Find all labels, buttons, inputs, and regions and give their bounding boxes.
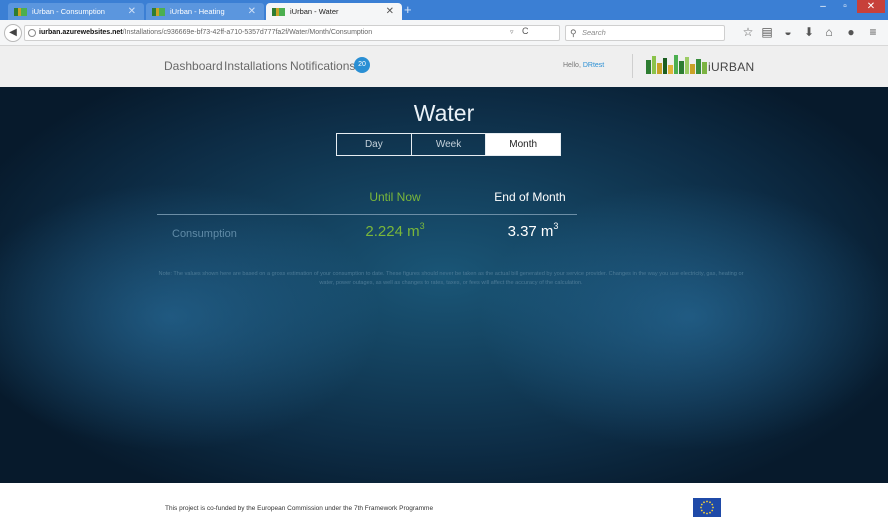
url-host: iurban.azurewebsites.net	[39, 29, 123, 36]
home-icon[interactable]: ⌂	[822, 25, 836, 39]
tab-title: iUrban - Consumption	[32, 7, 105, 16]
menu-icon[interactable]: ≡	[866, 25, 880, 39]
site-favicon-icon	[272, 7, 285, 16]
site-header: Dashboard Installations Notifications 20…	[0, 46, 888, 87]
reload-icon[interactable]: C	[522, 26, 529, 36]
notification-count-badge[interactable]: 20	[354, 57, 370, 73]
end-of-month-number: 3.37 m	[507, 223, 554, 240]
nav-notifications[interactable]: Notifications	[290, 59, 355, 73]
estimation-disclaimer: Note: The values shown here are based on…	[158, 271, 744, 286]
browser-titlebar: iUrban - Consumption ✕ iUrban - Heating …	[0, 0, 888, 20]
period-tab-week[interactable]: Week	[412, 134, 487, 155]
search-placeholder: Search	[582, 28, 606, 37]
username-link[interactable]: DRtest	[583, 62, 604, 69]
minimize-icon[interactable]: –	[813, 0, 833, 13]
pocket-icon[interactable]: ◒	[781, 25, 795, 39]
city-skyline-logo-icon	[646, 55, 707, 74]
chat-icon[interactable]: ●	[844, 25, 858, 39]
user-greeting: Hello, DRtest	[563, 62, 604, 69]
table-divider	[157, 214, 577, 215]
until-now-number: 2.224 m	[365, 223, 420, 240]
tab-title: iUrban - Heating	[170, 7, 225, 16]
site-favicon-icon	[152, 7, 165, 16]
tab-close-icon[interactable]: ✕	[248, 6, 256, 17]
logo-text: iURBAN	[708, 60, 755, 74]
globe-icon	[28, 29, 36, 37]
url-path: /Installations/c936669e-bf73-42ff-a710-5…	[122, 29, 373, 36]
tab-close-icon[interactable]: ✕	[128, 6, 136, 17]
nav-installations[interactable]: Installations	[224, 59, 287, 73]
browser-tab-heating[interactable]: iUrban - Heating ✕	[146, 3, 264, 20]
eu-flag-icon	[693, 498, 721, 517]
browser-tab-water[interactable]: iUrban - Water ✕	[266, 3, 402, 20]
iurban-logo[interactable]: iURBAN	[646, 54, 754, 76]
url-dropdown-icon[interactable]: ▿	[510, 28, 514, 36]
site-favicon-icon	[14, 7, 27, 16]
new-tab-button[interactable]: +	[404, 2, 412, 17]
period-selector: Day Week Month	[336, 133, 561, 156]
reading-list-icon[interactable]: ▤	[760, 25, 774, 39]
unit-exponent: 3	[419, 221, 425, 231]
tab-close-icon[interactable]: ✕	[386, 6, 394, 17]
greeting-text: Hello,	[563, 62, 581, 69]
tab-title: iUrban - Water	[290, 7, 339, 16]
header-divider	[632, 54, 633, 78]
browser-tab-consumption[interactable]: iUrban - Consumption ✕	[8, 3, 144, 20]
column-header-until-now: Until Now	[369, 190, 421, 204]
download-icon[interactable]: ⬇	[802, 25, 816, 39]
unit-exponent: 3	[553, 221, 559, 231]
url-bar[interactable]: iurban.azurewebsites.net/Installations/c…	[24, 25, 560, 41]
end-of-month-value: 3.37 m3	[478, 221, 588, 240]
main-panel: Water Day Week Month Until Now End of Mo…	[0, 87, 888, 483]
period-tab-month[interactable]: Month	[486, 134, 561, 155]
column-header-end-of-month: End of Month	[494, 190, 566, 204]
back-button[interactable]: ◀	[4, 24, 22, 42]
search-input[interactable]: ⚲ Search	[565, 25, 725, 41]
until-now-value: 2.224 m3	[340, 221, 450, 240]
funding-notice: This project is co-funded by the Europea…	[165, 505, 434, 512]
maximize-icon[interactable]: ▫	[835, 0, 855, 13]
window-close-icon[interactable]: ✕	[857, 0, 885, 13]
search-icon: ⚲	[570, 28, 577, 38]
browser-navbar: ◀ iurban.azurewebsites.net/Installations…	[0, 20, 888, 46]
nav-dashboard[interactable]: Dashboard	[164, 59, 223, 73]
page-title: Water	[413, 100, 475, 126]
period-tab-day[interactable]: Day	[337, 134, 412, 155]
consumption-row-label: Consumption	[172, 228, 237, 240]
star-icon[interactable]: ☆	[741, 25, 755, 39]
